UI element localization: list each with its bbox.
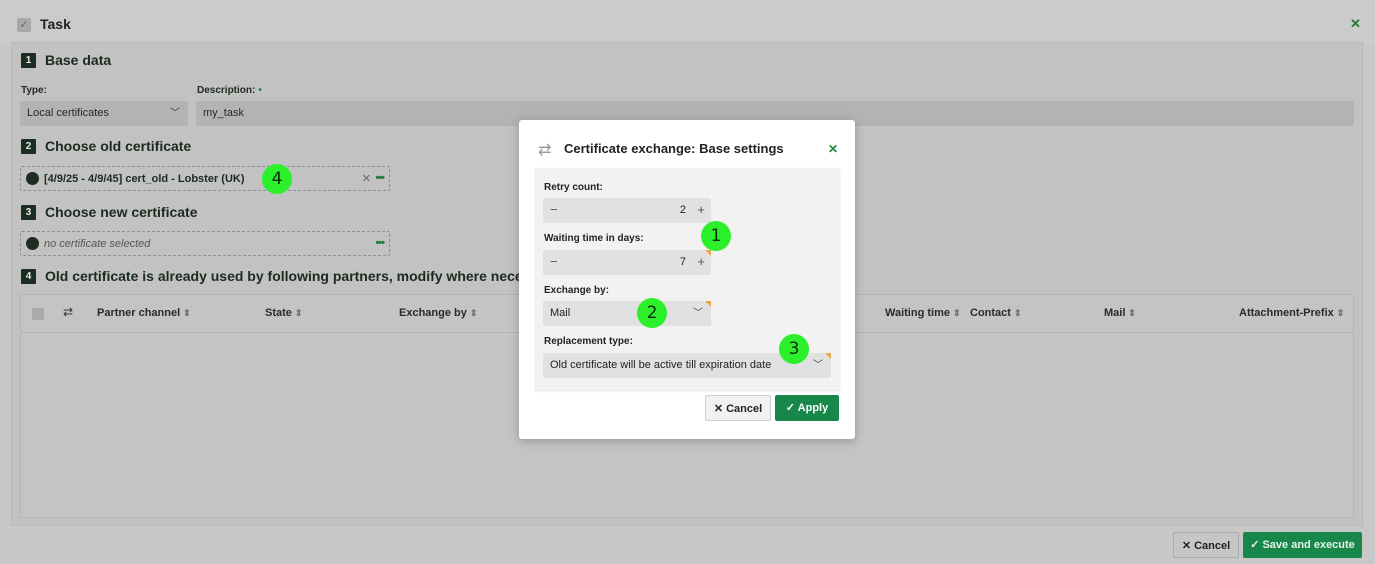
column-label: Partner channel (97, 307, 181, 319)
annotation-badge: 3 (779, 334, 809, 364)
column-header[interactable]: Waiting time ⇕ (885, 307, 961, 319)
step-number: 3 (21, 204, 36, 220)
task-close-icon[interactable]: ✕ (1350, 16, 1361, 32)
type-select-value: Local certificates (27, 107, 109, 119)
task-title: Task (40, 16, 71, 32)
minus-icon[interactable]: − (550, 202, 558, 217)
column-label: Waiting time (885, 307, 950, 319)
clear-icon[interactable]: ✕ (362, 172, 371, 185)
new-certificate-field[interactable]: no certificate selected ••• (20, 231, 390, 256)
modified-indicator (705, 250, 711, 256)
cancel-button-label: Cancel (1194, 540, 1231, 552)
chevron-down-icon: ﹀ (693, 308, 703, 319)
column-label: Contact (970, 307, 1011, 319)
annotation-badge: 2 (637, 298, 667, 328)
modified-indicator (705, 301, 711, 307)
dialog-title: Certificate exchange: Base settings (564, 141, 784, 156)
cancel-button[interactable]: ✕ Cancel (1173, 532, 1239, 558)
retry-count-stepper[interactable]: − 2 + (543, 198, 711, 223)
save-button-label: Save and execute (1262, 539, 1355, 551)
sort-icon: ⇕ (1128, 308, 1136, 318)
column-label: Attachment-Prefix (1239, 307, 1334, 319)
dialog-cancel-label: Cancel (726, 403, 763, 415)
sort-icon: ⇕ (469, 308, 478, 318)
retry-count-value: 2 (679, 204, 686, 216)
close-icon: ✕ (1181, 540, 1195, 552)
sort-icon: ⇕ (1013, 308, 1022, 318)
retry-count-label: Retry count: (544, 182, 603, 193)
step-old-certificate: 2 Choose old certificate (21, 138, 191, 154)
certificate-exchange-dialog: ⇄ Certificate exchange: Base settings ✕ … (519, 120, 855, 439)
step-title: Choose new certificate (45, 204, 198, 220)
close-icon[interactable]: ✕ (828, 142, 838, 156)
sort-icon: ⇕ (294, 308, 303, 318)
waiting-time-label: Waiting time in days: (544, 233, 644, 244)
select-all-checkbox[interactable] (32, 308, 44, 320)
chevron-down-icon: ﹀ (813, 360, 823, 371)
task-check-icon: ✓ (17, 18, 31, 32)
step-title: Old certificate is already used by follo… (45, 268, 560, 284)
modified-indicator (825, 353, 831, 359)
waiting-time-value: 7 (679, 256, 686, 268)
column-header[interactable]: Mail ⇕ (1104, 307, 1136, 319)
step-partners: 4 Old certificate is already used by fol… (21, 268, 559, 284)
type-select[interactable]: Local certificates ﹀ (20, 101, 188, 126)
exchange-icon: ⇄ (538, 142, 552, 159)
column-header[interactable]: Partner channel ⇕ (97, 307, 191, 319)
replacement-type-label: Replacement type: (544, 336, 633, 347)
column-header[interactable]: Contact ⇕ (970, 307, 1022, 319)
column-label: Exchange by (399, 307, 467, 319)
step-new-certificate: 3 Choose new certificate (21, 204, 198, 220)
exchange-icon[interactable]: ⇄ (63, 305, 73, 319)
new-certificate-placeholder: no certificate selected (44, 237, 151, 250)
description-input-value: my_task (203, 107, 244, 119)
annotation-badge: 1 (701, 221, 731, 251)
more-icon[interactable]: ••• (375, 237, 385, 249)
old-certificate-field[interactable]: [4/9/25 - 4/9/45] cert_old - Lobster (UK… (20, 166, 390, 191)
description-label: Description: • (197, 85, 262, 96)
step-number: 2 (21, 138, 36, 154)
apply-button[interactable]: ✓ Apply (775, 395, 839, 421)
step-number: 4 (21, 268, 36, 284)
waiting-time-stepper[interactable]: − 7 + (543, 250, 711, 275)
required-marker: • (258, 85, 262, 96)
step-number: 1 (21, 52, 36, 68)
column-header[interactable]: Attachment-Prefix ⇕ (1239, 307, 1344, 319)
step-base-data: 1 Base data (21, 52, 111, 68)
replacement-type-value: Old certificate will be active till expi… (550, 359, 772, 371)
exchange-by-label: Exchange by: (544, 285, 610, 296)
dialog-cancel-button[interactable]: ✕ Cancel (705, 395, 771, 421)
save-and-execute-button[interactable]: ✓ Save and execute (1243, 532, 1362, 558)
sort-icon: ⇕ (1336, 308, 1345, 318)
step-title: Base data (45, 52, 112, 68)
more-icon[interactable]: ••• (375, 172, 385, 184)
column-header[interactable]: State ⇕ (265, 307, 302, 319)
type-label: Type: (21, 85, 47, 96)
sort-icon: ⇕ (952, 308, 961, 318)
exchange-by-value: Mail (550, 307, 571, 319)
exchange-by-select[interactable]: Mail ﹀ (543, 301, 711, 326)
chevron-down-icon: ﹀ (170, 108, 180, 119)
sort-icon: ⇕ (183, 308, 191, 318)
column-header[interactable]: Exchange by ⇕ (399, 307, 477, 319)
annotation-badge: 4 (262, 164, 292, 194)
step-title: Choose old certificate (45, 138, 192, 154)
certificate-seal-icon (27, 173, 38, 184)
plus-icon[interactable]: + (697, 254, 705, 269)
task-header: ✓ Task ✕ (0, 0, 1375, 44)
plus-icon[interactable]: + (697, 202, 705, 217)
apply-label: Apply (797, 402, 829, 414)
column-label: State (265, 307, 292, 319)
close-icon: ✕ (713, 403, 727, 415)
description-label-text: Description: (197, 85, 256, 96)
old-certificate-value: [4/9/25 - 4/9/45] cert_old - Lobster (UK… (44, 172, 245, 185)
check-icon: ✓ (1250, 539, 1263, 551)
column-label: Mail (1104, 307, 1126, 319)
check-icon: ✓ (785, 402, 798, 414)
certificate-seal-icon (27, 238, 38, 249)
minus-icon[interactable]: − (550, 254, 558, 269)
